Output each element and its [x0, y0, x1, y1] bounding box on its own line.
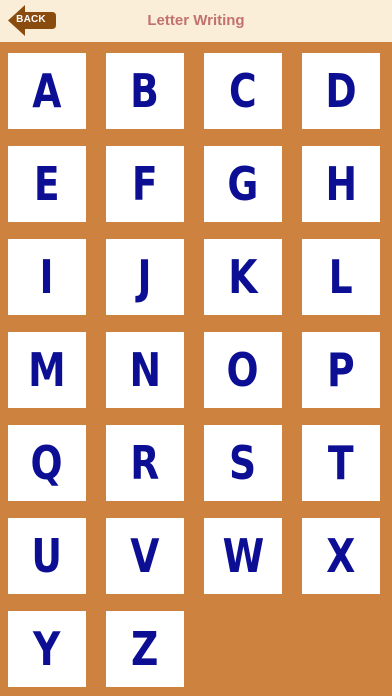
- letter-tile-u[interactable]: U: [8, 518, 86, 594]
- letter-tile-c[interactable]: C: [204, 53, 282, 129]
- letter-label: D: [325, 64, 357, 118]
- letter-tile-o[interactable]: O: [204, 332, 282, 408]
- letter-label: W: [222, 529, 264, 583]
- letter-label: A: [32, 64, 62, 118]
- letter-tile-z[interactable]: Z: [106, 611, 184, 687]
- letter-grid: A B C D E F G H I J K L M N O P Q R S T U V W X Y Z: [8, 53, 386, 687]
- letter-label: U: [31, 529, 63, 583]
- letter-label: J: [137, 250, 153, 304]
- letter-tile-h[interactable]: H: [302, 146, 380, 222]
- letter-label: T: [328, 436, 354, 490]
- letter-tile-v[interactable]: V: [106, 518, 184, 594]
- letter-label: H: [325, 157, 357, 211]
- letter-tile-j[interactable]: J: [106, 239, 184, 315]
- letter-tile-m[interactable]: M: [8, 332, 86, 408]
- letter-tile-q[interactable]: Q: [8, 425, 86, 501]
- letter-label: Y: [33, 622, 61, 676]
- letter-label: I: [39, 250, 55, 304]
- letter-label: C: [229, 64, 257, 118]
- letter-label: X: [326, 529, 356, 583]
- letter-tile-g[interactable]: G: [204, 146, 282, 222]
- letter-label: B: [130, 64, 160, 118]
- letter-tile-b[interactable]: B: [106, 53, 184, 129]
- letter-tile-r[interactable]: R: [106, 425, 184, 501]
- letter-tile-x[interactable]: X: [302, 518, 380, 594]
- letter-tile-f[interactable]: F: [106, 146, 184, 222]
- letter-label: M: [28, 343, 66, 397]
- letter-tile-t[interactable]: T: [302, 425, 380, 501]
- letter-tile-a[interactable]: A: [8, 53, 86, 129]
- letter-label: E: [34, 157, 60, 211]
- letter-tile-n[interactable]: N: [106, 332, 184, 408]
- letter-tile-d[interactable]: D: [302, 53, 380, 129]
- letter-label: R: [130, 436, 160, 490]
- letter-tile-p[interactable]: P: [302, 332, 380, 408]
- letter-tile-k[interactable]: K: [204, 239, 282, 315]
- letter-tile-s[interactable]: S: [204, 425, 282, 501]
- letter-label: V: [130, 529, 160, 583]
- letter-label: O: [226, 343, 260, 397]
- letter-tile-e[interactable]: E: [8, 146, 86, 222]
- letter-label: Q: [30, 436, 64, 490]
- page-title: Letter Writing: [147, 12, 245, 29]
- letter-tile-l[interactable]: L: [302, 239, 380, 315]
- header-bar: BACK Letter Writing: [0, 0, 392, 42]
- letter-tile-w[interactable]: W: [204, 518, 282, 594]
- letter-tile-i[interactable]: I: [8, 239, 86, 315]
- letter-label: S: [229, 436, 257, 490]
- letter-label: L: [328, 250, 354, 304]
- letter-label: Z: [131, 622, 159, 676]
- letter-label: P: [327, 343, 355, 397]
- letter-tile-y[interactable]: Y: [8, 611, 86, 687]
- letter-label: K: [228, 250, 258, 304]
- letter-label: N: [129, 343, 161, 397]
- letter-label: G: [227, 157, 259, 211]
- letter-label: F: [132, 157, 158, 211]
